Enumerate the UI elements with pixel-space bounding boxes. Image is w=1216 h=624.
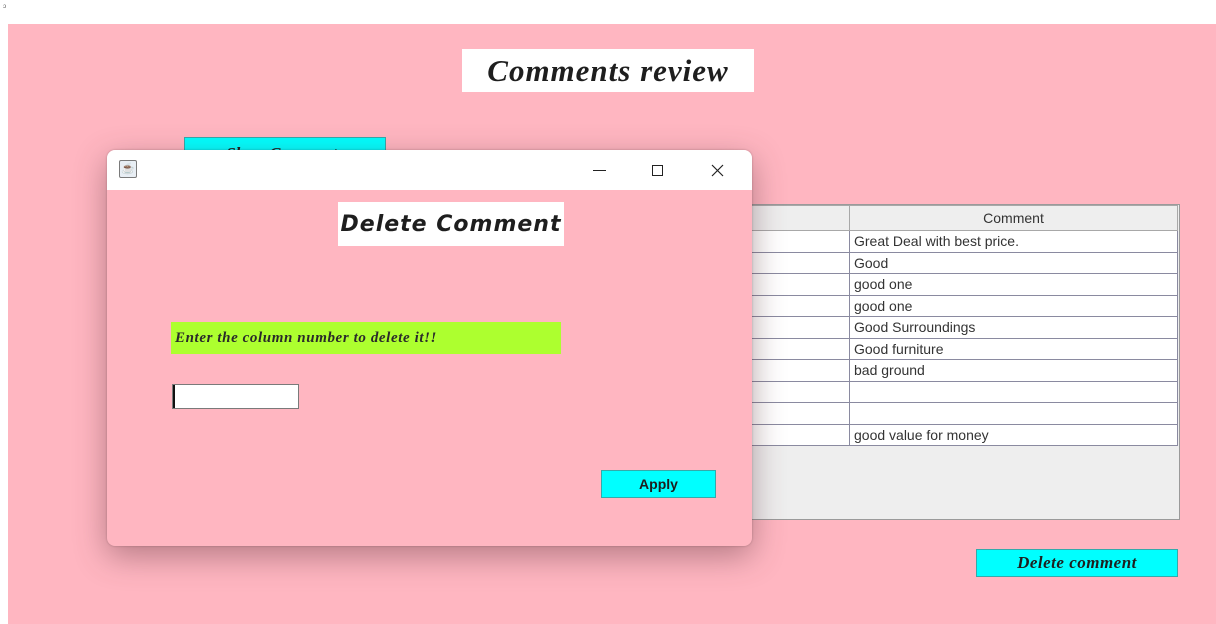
corner-mark: ᵓ (3, 2, 7, 12)
page-title: Comments review (462, 49, 754, 92)
table-header-row: Comment (709, 205, 1178, 231)
table-row[interactable]: good one (709, 294, 1178, 317)
dialog-titlebar[interactable]: ☕ (107, 150, 752, 190)
table-row[interactable]: Good furniture (709, 337, 1178, 360)
dialog-title: Delete Comment (338, 202, 564, 246)
table-cell[interactable]: bad ground (849, 359, 1178, 382)
table-row[interactable]: good value for money (709, 423, 1178, 446)
table-cell[interactable]: good value for money (849, 423, 1178, 446)
table-cell[interactable]: Great Deal with best price. (849, 230, 1178, 253)
table-cell[interactable] (849, 402, 1178, 425)
column-number-input[interactable] (172, 384, 299, 409)
table-cell[interactable]: good one (849, 294, 1178, 317)
comments-table[interactable]: Comment Great Deal with best price. Good… (709, 205, 1178, 446)
table-cell[interactable]: good one (849, 273, 1178, 296)
table-cell[interactable]: Good furniture (849, 337, 1178, 360)
table-cell[interactable]: Good Surroundings (849, 316, 1178, 339)
java-icon: ☕ (119, 160, 137, 178)
table-row[interactable]: Good Surroundings (709, 316, 1178, 339)
table-row[interactable]: bad ground (709, 359, 1178, 382)
delete-comment-dialog: ☕ Delete Comment Enter the column number… (107, 150, 752, 546)
column-header-comment[interactable]: Comment (849, 205, 1178, 231)
table-row[interactable] (709, 380, 1178, 403)
table-cell[interactable] (849, 380, 1178, 403)
comments-table-panel[interactable]: Comment Great Deal with best price. Good… (708, 204, 1180, 520)
close-button[interactable] (687, 150, 747, 190)
column-number-prompt: Enter the column number to delete it!! (171, 322, 561, 354)
maximize-button[interactable] (627, 150, 687, 190)
close-icon (711, 164, 723, 176)
maximize-icon (651, 164, 663, 176)
table-row[interactable]: good one (709, 273, 1178, 296)
table-row[interactable]: Great Deal with best price. (709, 230, 1178, 253)
table-row[interactable]: Good (709, 251, 1178, 274)
apply-button[interactable]: Apply (601, 470, 716, 498)
table-cell[interactable]: Good (849, 251, 1178, 274)
table-row[interactable] (709, 402, 1178, 425)
delete-comment-button[interactable]: Delete comment (976, 549, 1178, 577)
minimize-icon (592, 169, 606, 171)
minimize-button[interactable] (569, 150, 629, 190)
